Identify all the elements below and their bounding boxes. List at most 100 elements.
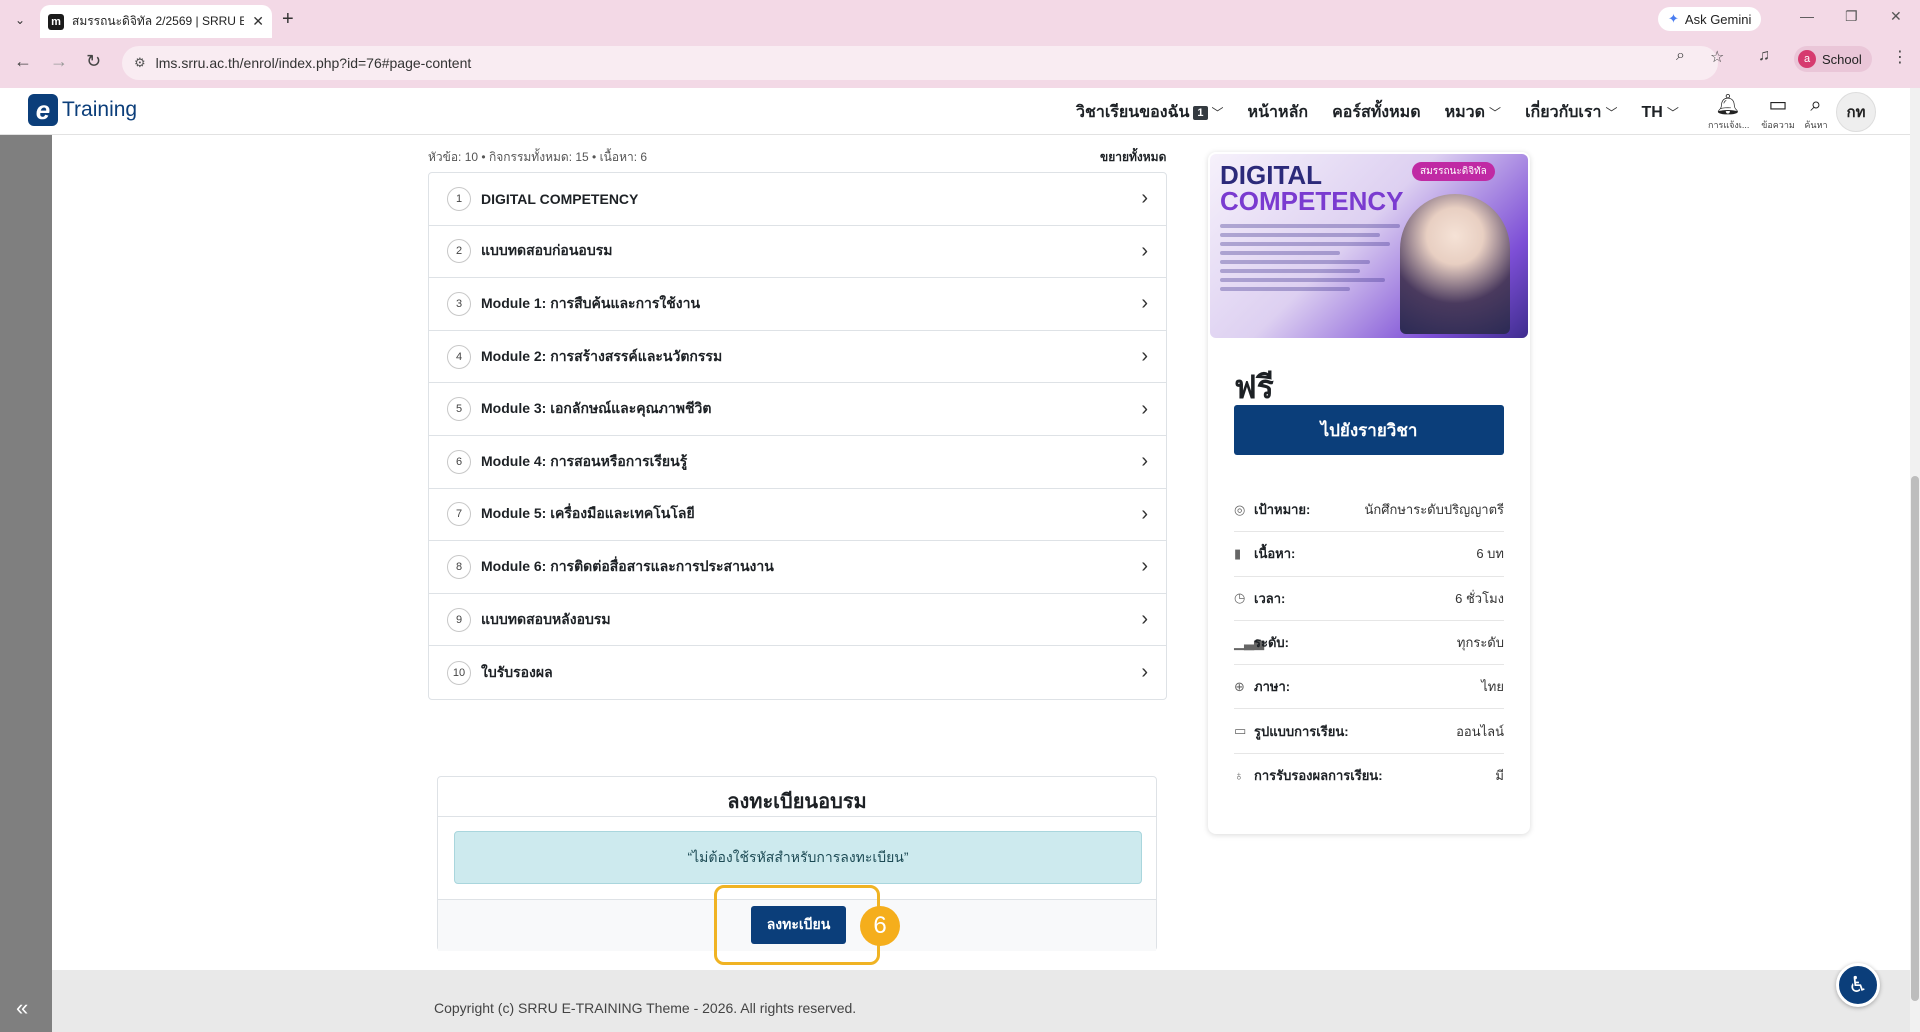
cover-title-line-2: COMPETENCY bbox=[1220, 186, 1404, 216]
chevron-right-icon: › bbox=[1141, 187, 1148, 210]
page-scrollbar-thumb[interactable] bbox=[1911, 476, 1919, 1001]
cover-tag: สมรรถนะดิจิทัล bbox=[1412, 162, 1495, 181]
course-count-badge: 1 bbox=[1193, 105, 1208, 120]
expand-all-link[interactable]: ขยายทั้งหมด bbox=[1100, 148, 1166, 167]
info-row-format: ▭ รูปแบบการเรียน: ออนไลน์ bbox=[1234, 709, 1504, 754]
enrol-title: ลงทะเบียนอบรม bbox=[727, 791, 867, 813]
notifications-label: การแจ้งเ... bbox=[1708, 120, 1750, 130]
info-value: ออนไลน์ bbox=[1456, 723, 1504, 739]
info-value: ไทย bbox=[1481, 679, 1504, 695]
site-header: e Training วิชาเรียนของฉัน 1 ﹀ หน้าหลัก … bbox=[0, 88, 1910, 135]
section-row[interactable]: 5 Module 3: เอกลักษณ์และคุณภาพชีวิต › bbox=[429, 383, 1166, 436]
section-row[interactable]: 4 Module 2: การสร้างสรรค์และนวัตกรรม › bbox=[429, 331, 1166, 384]
restore-icon[interactable]: ❐ bbox=[1845, 8, 1858, 25]
site-info-icon[interactable]: ⚙ bbox=[134, 55, 146, 71]
nav-label: หมวด bbox=[1444, 104, 1486, 121]
section-title: Module 1: การสืบค้นและการใช้งาน bbox=[481, 294, 701, 311]
chevron-down-icon: ﹀ bbox=[1666, 106, 1679, 120]
nav-my-courses[interactable]: วิชาเรียนของฉัน 1 ﹀ bbox=[1076, 100, 1224, 125]
section-title: ใบรับรองผล bbox=[481, 663, 553, 680]
main-nav: วิชาเรียนของฉัน 1 ﹀ หน้าหลัก คอร์สทั้งหม… bbox=[1076, 100, 1679, 125]
section-title: Module 6: การติดต่อสื่อสารและการประสานงา… bbox=[481, 557, 774, 574]
drawer-toggle-icon[interactable]: « bbox=[16, 995, 28, 1021]
media-controls-icon[interactable]: ♫ bbox=[1758, 47, 1770, 65]
section-row[interactable]: 6 Module 4: การสอนหรือการเรียนรู้ › bbox=[429, 436, 1166, 489]
zoom-icon[interactable]: ⌕ bbox=[1676, 47, 1685, 65]
accessibility-icon[interactable]: ♿︎ bbox=[1836, 963, 1880, 1007]
section-number: 6 bbox=[447, 449, 471, 474]
browser-tab[interactable]: m สมรรถนะดิจิทัล 2/2569 | SRRU E-T ✕ bbox=[40, 5, 272, 38]
go-to-course-button[interactable]: ไปยังรายวิชา bbox=[1234, 405, 1504, 455]
search-button[interactable]: ⌕ ค้นหา bbox=[1796, 92, 1836, 132]
tab-search-chevron-icon[interactable]: ⌄ bbox=[8, 8, 32, 32]
ask-gemini-button[interactable]: ✦ Ask Gemini bbox=[1658, 7, 1762, 31]
chevron-down-icon: ﹀ bbox=[1211, 106, 1224, 120]
forward-icon[interactable]: → bbox=[50, 51, 68, 72]
chevron-right-icon: › bbox=[1141, 661, 1148, 684]
nav-categories[interactable]: หมวด ﹀ bbox=[1445, 100, 1501, 125]
close-window-icon[interactable]: ✕ bbox=[1890, 8, 1902, 25]
info-row-time: ◷ เวลา: 6 ชั่วโมง bbox=[1234, 577, 1504, 621]
info-row-certificate: ♁ การรับรองผลการเรียน: มี bbox=[1234, 754, 1504, 798]
bookmark-star-icon[interactable]: ☆ bbox=[1710, 47, 1724, 67]
section-title: DIGITAL COMPETENCY bbox=[481, 190, 639, 207]
search-icon: ⌕ bbox=[1810, 94, 1822, 116]
section-row[interactable]: 1 DIGITAL COMPETENCY › bbox=[429, 173, 1166, 226]
section-number: 10 bbox=[447, 660, 471, 685]
section-row[interactable]: 8 Module 6: การติดต่อสื่อสารและการประสาน… bbox=[429, 541, 1166, 594]
section-row[interactable]: 9 แบบทดสอบหลังอบรม › bbox=[429, 594, 1166, 647]
bulb-icon: ♁ bbox=[1234, 768, 1244, 784]
info-value: ทุกระดับ bbox=[1456, 635, 1504, 651]
new-tab-icon[interactable]: + bbox=[282, 8, 294, 31]
minimize-icon[interactable]: — bbox=[1800, 8, 1814, 24]
tab-title: สมรรถนะดิจิทัล 2/2569 | SRRU E-T bbox=[72, 14, 244, 28]
chevron-down-icon: ﹀ bbox=[1489, 106, 1502, 120]
section-number: 7 bbox=[447, 502, 471, 527]
back-icon[interactable]: ← bbox=[14, 51, 32, 72]
section-title: แบบทดสอบหลังอบรม bbox=[481, 610, 611, 627]
section-row[interactable]: 10 ใบรับรองผล › bbox=[429, 646, 1166, 699]
section-number: 5 bbox=[447, 397, 471, 422]
chevron-right-icon: › bbox=[1141, 292, 1148, 315]
info-label: ระดับ: bbox=[1254, 635, 1289, 651]
level-icon: ▁▃▅ bbox=[1234, 634, 1264, 650]
tab-close-icon[interactable]: ✕ bbox=[252, 13, 264, 30]
site-logo[interactable]: e Training bbox=[28, 94, 137, 126]
nav-all-courses[interactable]: คอร์สทั้งหมด bbox=[1332, 100, 1421, 125]
ask-gemini-label: Ask Gemini bbox=[1684, 11, 1752, 27]
reload-icon[interactable]: ↻ bbox=[86, 51, 101, 72]
address-bar[interactable]: ⚙ lms.srru.ac.th/enrol/index.php?id=76#p… bbox=[122, 46, 1718, 80]
cover-title: DIGITAL COMPETENCY bbox=[1220, 162, 1403, 214]
gemini-sparkle-icon: ✦ bbox=[1668, 11, 1679, 26]
nav-language[interactable]: TH ﹀ bbox=[1641, 104, 1678, 122]
info-row-content: ▮ เนื้อหา: 6 บท bbox=[1234, 532, 1504, 577]
info-label: ภาษา: bbox=[1254, 679, 1291, 695]
nav-home[interactable]: หน้าหลัก bbox=[1248, 100, 1309, 125]
messages-button[interactable]: ▭ ข้อความ bbox=[1758, 92, 1798, 132]
info-label: เป้าหมาย: bbox=[1254, 502, 1311, 518]
section-number: 2 bbox=[447, 239, 471, 264]
laptop-icon: ▭ bbox=[1234, 723, 1247, 739]
user-avatar[interactable]: กท bbox=[1836, 92, 1876, 132]
chevron-down-icon: ﹀ bbox=[1605, 106, 1618, 120]
section-title: Module 4: การสอนหรือการเรียนรู้ bbox=[481, 452, 688, 469]
course-sections-list: 1 DIGITAL COMPETENCY › 2 แบบทดสอบก่อนอบร… bbox=[428, 172, 1167, 700]
section-number: 8 bbox=[447, 554, 471, 579]
chevron-right-icon: › bbox=[1141, 239, 1148, 262]
search-label: ค้นหา bbox=[1804, 120, 1828, 130]
site-favicon-icon: m bbox=[48, 13, 64, 30]
section-row[interactable]: 2 แบบทดสอบก่อนอบรม › bbox=[429, 226, 1166, 279]
tutorial-highlight-box bbox=[714, 885, 880, 965]
nav-about[interactable]: เกี่ยวกับเรา ﹀ bbox=[1525, 100, 1617, 125]
section-row[interactable]: 7 Module 5: เครื่องมือและเทคโนโลยี › bbox=[429, 489, 1166, 542]
book-icon: ▮ bbox=[1234, 545, 1242, 561]
globe-icon: ⊕ bbox=[1234, 678, 1245, 694]
profile-button[interactable]: a School bbox=[1794, 46, 1872, 72]
logo-text: Training bbox=[62, 98, 138, 121]
section-number: 3 bbox=[447, 291, 471, 316]
browser-menu-icon[interactable]: ⋮ bbox=[1892, 47, 1908, 67]
browser-toolbar: ← → ↻ ⚙ lms.srru.ac.th/enrol/index.php?i… bbox=[0, 38, 1920, 88]
course-info-list: ◎ เป้าหมาย: นักศึกษาระดับปริญญาตรี ▮ เนื… bbox=[1234, 488, 1504, 798]
section-row[interactable]: 3 Module 1: การสืบค้นและการใช้งาน › bbox=[429, 278, 1166, 331]
notifications-button[interactable]: 🔔︎ การแจ้งเ... bbox=[1708, 92, 1750, 132]
